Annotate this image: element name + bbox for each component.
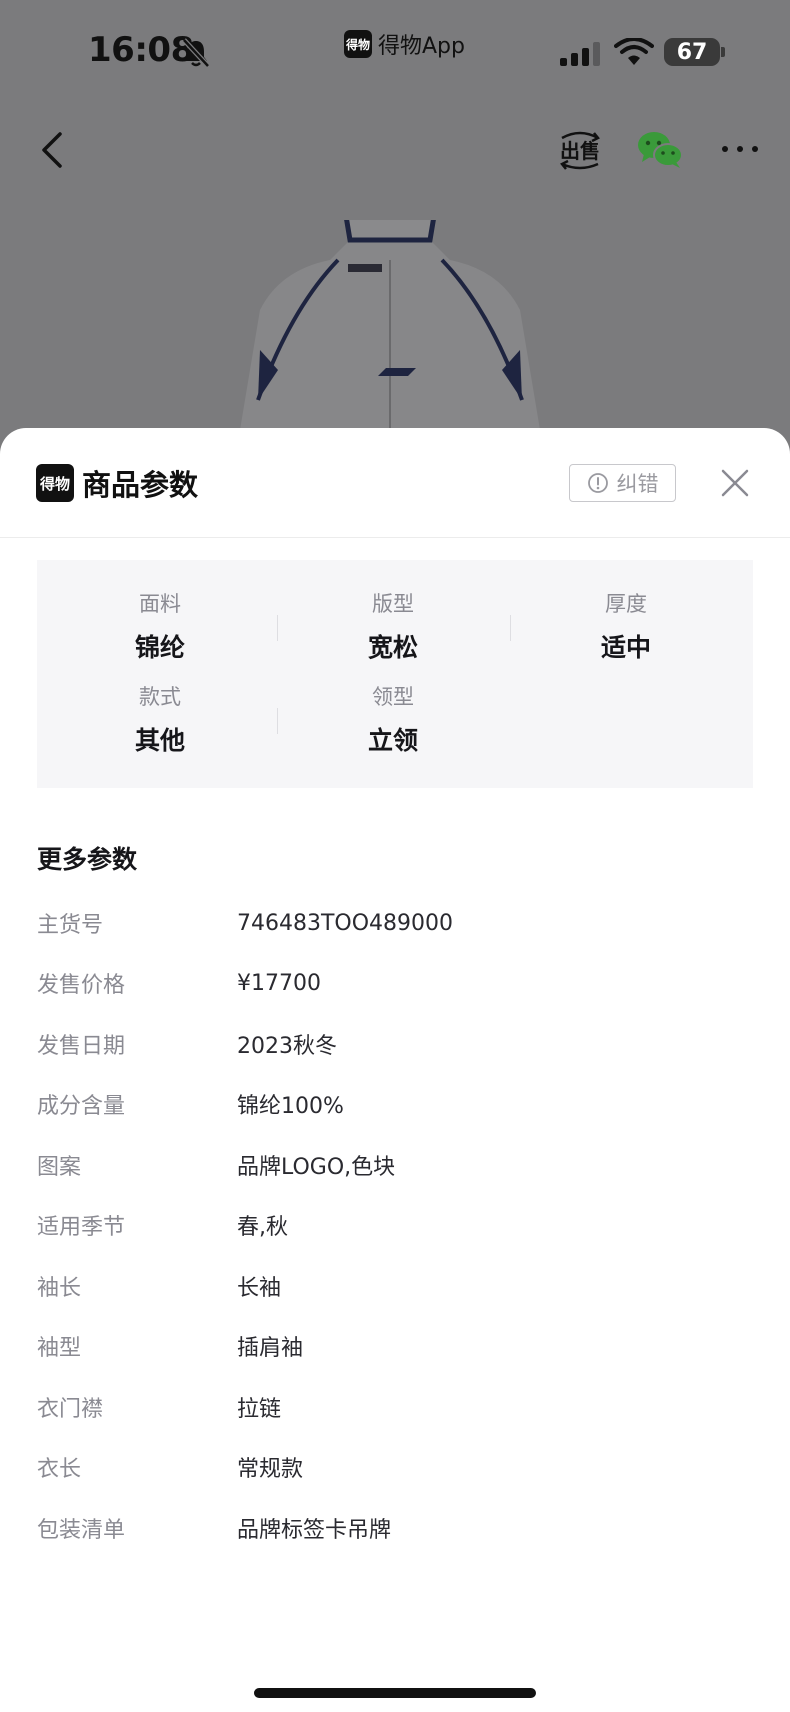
spec-label: 版型: [372, 592, 414, 616]
spec-label: 厚度: [605, 592, 647, 616]
battery-level: 67: [676, 39, 708, 65]
param-row: 袖型 插肩袖: [37, 1329, 753, 1363]
param-key: 发售价格: [37, 973, 126, 998]
spec-item-thickness: 厚度 适中: [526, 588, 726, 664]
app-name: 得物App: [378, 34, 465, 59]
spec-value: 立领: [367, 726, 418, 755]
report-error-label: 纠错: [616, 472, 659, 496]
status-bar: 16:08 得物 得物App 67: [0, 0, 790, 100]
param-row: 适用季节 春,秋: [37, 1208, 753, 1242]
param-value: ¥17700: [237, 970, 321, 996]
report-error-button[interactable]: 纠错: [569, 464, 676, 502]
spec-item-fabric: 面料 锦纶: [60, 588, 260, 664]
spec-value: 锦纶: [134, 633, 185, 662]
spec-label: 款式: [139, 685, 181, 709]
param-value: 746483TOO489000: [237, 910, 454, 936]
wechat-share-icon[interactable]: [636, 130, 684, 170]
spec-item-fit: 版型 宽松: [293, 588, 493, 664]
spec-divider: [277, 615, 278, 641]
product-params-sheet: 得物 商品参数 纠错 面料 锦纶 版型 宽松 厚度 适中 款式 其他 领型 立领…: [0, 428, 790, 1712]
spec-value: 其他: [134, 726, 185, 755]
param-key: 袖型: [37, 1336, 82, 1361]
param-value: 拉链: [237, 1397, 282, 1422]
param-row: 成分含量 锦纶100%: [37, 1087, 753, 1121]
more-icon[interactable]: [720, 142, 760, 156]
param-key: 包装清单: [37, 1518, 126, 1543]
param-key: 适用季节: [37, 1215, 126, 1240]
back-arrow-icon[interactable]: [36, 128, 68, 172]
param-value: 插肩袖: [237, 1336, 304, 1361]
spec-label: 面料: [139, 592, 181, 616]
spec-value: 宽松: [367, 633, 418, 662]
close-icon[interactable]: [720, 468, 750, 498]
sell-button[interactable]: 出售: [556, 128, 604, 172]
sheet-title: 商品参数: [82, 468, 199, 502]
param-key: 成分含量: [37, 1094, 126, 1119]
param-key: 袖长: [37, 1276, 82, 1301]
param-row: 主货号 746483TOO489000: [37, 906, 753, 940]
app-badge[interactable]: 得物 得物App: [344, 28, 465, 60]
param-row: 衣长 常规款: [37, 1450, 753, 1484]
param-key: 主货号: [37, 913, 104, 938]
param-value: 长袖: [237, 1276, 282, 1301]
param-key: 发售日期: [37, 1034, 126, 1059]
sell-label: 出售: [560, 139, 600, 163]
spec-item-style: 款式 其他: [60, 681, 260, 757]
status-time: 16:08: [88, 30, 194, 70]
info-circle-icon: [587, 473, 608, 493]
spec-divider: [510, 615, 511, 641]
app-logo: 得物: [344, 30, 372, 58]
dewu-logo: 得物: [36, 464, 74, 502]
param-value: 春,秋: [237, 1215, 288, 1240]
spec-divider: [277, 708, 278, 734]
product-jacket-image: [240, 220, 540, 430]
sheet-header: 得物 商品参数 纠错: [0, 428, 790, 538]
param-value: 锦纶100%: [237, 1094, 344, 1119]
param-value: 常规款: [237, 1457, 304, 1482]
param-row: 包装清单 品牌标签卡吊牌: [37, 1511, 753, 1545]
param-value: 品牌LOGO,色块: [237, 1155, 396, 1180]
param-value: 品牌标签卡吊牌: [237, 1518, 392, 1543]
bell-off-icon: [182, 38, 210, 68]
param-row: 发售日期 2023秋冬: [37, 1027, 753, 1061]
more-params-title: 更多参数: [37, 845, 138, 874]
spec-summary-box: 面料 锦纶 版型 宽松 厚度 适中 款式 其他 领型 立领: [37, 560, 753, 788]
param-key: 衣长: [37, 1457, 82, 1482]
spec-item-collar: 领型 立领: [293, 681, 493, 757]
param-row: 袖长 长袖: [37, 1269, 753, 1303]
battery-indicator: 67: [664, 38, 720, 66]
param-key: 衣门襟: [37, 1397, 104, 1422]
param-row: 发售价格 ¥17700: [37, 966, 753, 1000]
param-row: 图案 品牌LOGO,色块: [37, 1148, 753, 1182]
battery-cap: [721, 47, 725, 57]
wifi-icon: [614, 38, 654, 65]
cellular-signal-icon: [560, 42, 600, 66]
param-value: 2023秋冬: [237, 1034, 337, 1059]
param-key: 图案: [37, 1155, 82, 1180]
spec-value: 适中: [600, 633, 651, 662]
param-row: 衣门襟 拉链: [37, 1390, 753, 1424]
spec-label: 领型: [372, 685, 414, 709]
home-indicator[interactable]: [254, 1688, 536, 1698]
